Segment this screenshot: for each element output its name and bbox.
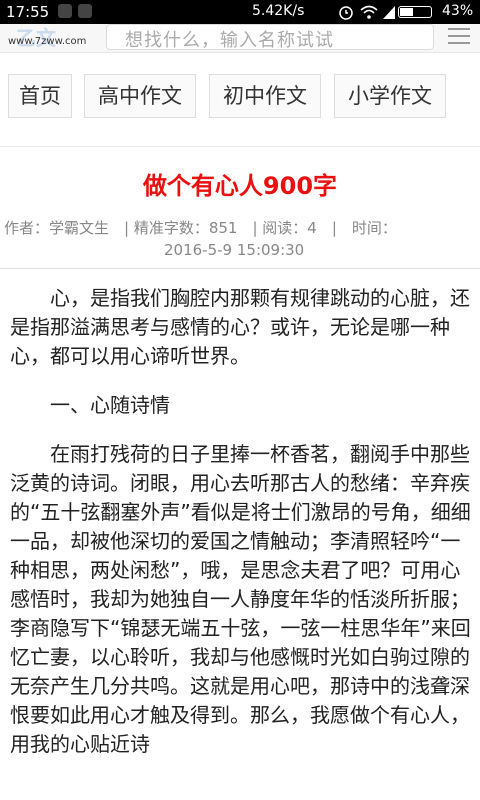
nav-item-primary-school[interactable]: 小学作文	[334, 74, 446, 118]
section-heading: 一、心随诗情	[50, 393, 170, 417]
article-date: 2016-5-9 15:09:30	[164, 241, 305, 259]
search-placeholder: 想找什么，输入名称试试	[125, 30, 334, 51]
nav-divider	[0, 146, 480, 147]
menu-icon[interactable]	[448, 28, 470, 48]
notification-icon	[58, 4, 72, 18]
article-meta: 作者：学霸文生 | 精准字数：851 | 阅读：4 | 时间： 2016-5-9…	[4, 217, 476, 261]
nav-item-middle-school[interactable]: 初中作文	[209, 74, 321, 118]
signal-icon	[383, 6, 395, 19]
article-body: 心，是指我们胸腔内那颗有规律跳动的心脏，还是指那溢满思考与感情的心？或许，无论是…	[10, 284, 474, 779]
status-time: 17:55	[6, 3, 50, 21]
network-speed: 5.42K/s	[252, 3, 305, 19]
logo-url: www.7zww.com	[8, 36, 87, 47]
site-header: 乙文 www.7zww.com 想找什么，输入名称试试	[0, 24, 480, 53]
meta-divider	[0, 268, 480, 269]
site-logo[interactable]: 乙文 www.7zww.com	[6, 26, 96, 50]
qq-icon	[78, 4, 92, 18]
category-nav: 首页 高中作文 初中作文 小学作文	[0, 74, 480, 120]
nav-item-high-school[interactable]: 高中作文	[84, 74, 196, 118]
alarm-icon	[339, 6, 353, 20]
article-meta-line: 作者：学霸文生 | 精准字数：851 | 阅读：4 | 时间：	[4, 219, 397, 237]
search-input[interactable]: 想找什么，输入名称试试	[106, 24, 434, 51]
battery-percent: 43%	[442, 3, 474, 19]
article-title: 做个有心人900字	[142, 172, 338, 200]
wifi-icon	[360, 5, 378, 19]
battery-icon	[398, 6, 432, 18]
paragraph: 在雨打残荷的日子里捧一杯香茗，翻阅手中那些泛黄的诗词。闭眼，用心去听那古人的愁绪…	[10, 442, 471, 756]
status-bar: 17:55 5.42K/s 43%	[0, 0, 480, 24]
paragraph: 心，是指我们胸腔内那颗有规律跳动的心脏，还是指那溢满思考与感情的心？或许，无论是…	[10, 286, 470, 368]
nav-item-home[interactable]: 首页	[8, 74, 72, 118]
